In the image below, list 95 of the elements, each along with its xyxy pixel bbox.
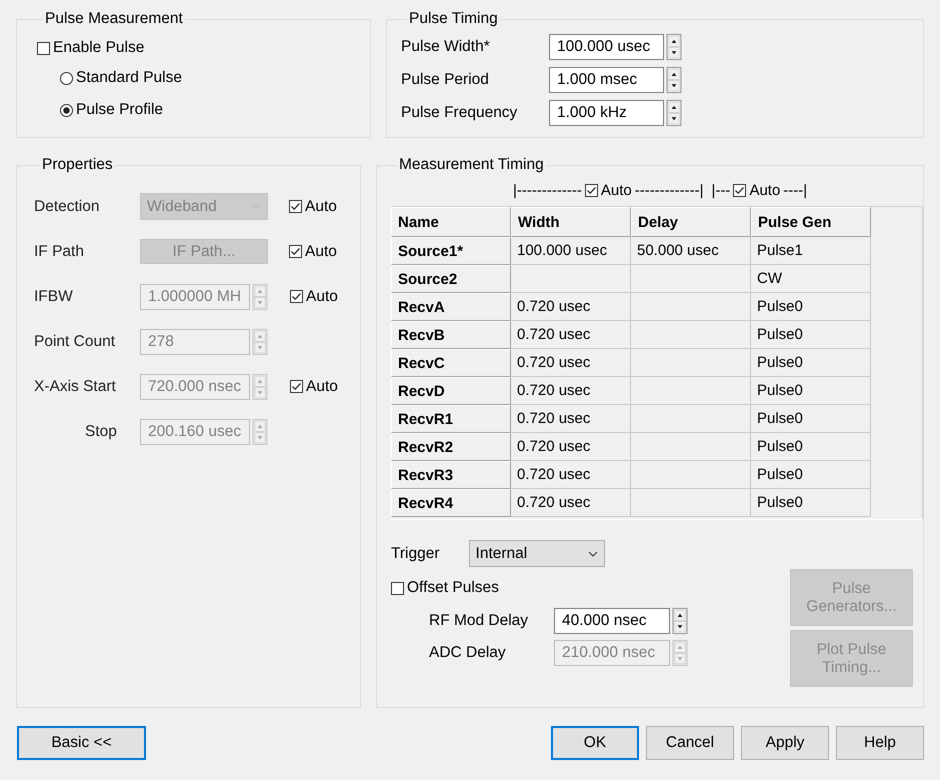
bracket-line: ----|: [783, 182, 808, 198]
checkbox-label: Auto: [305, 242, 337, 260]
table-cell[interactable]: [511, 265, 631, 293]
field-label: IF Path: [34, 242, 85, 260]
table-cell[interactable]: 0.720 usec: [511, 321, 631, 349]
column-header: Name: [391, 207, 511, 237]
bracket-line: |-------------: [513, 182, 582, 198]
field-label: ADC Delay: [429, 644, 507, 662]
table-cell[interactable]: 0.720 usec: [511, 377, 631, 405]
checkbox-label: Auto: [306, 288, 338, 306]
checkbox-label: Auto: [305, 198, 337, 216]
table-cell[interactable]: 0.720 usec: [511, 461, 631, 489]
row-header[interactable]: RecvR3: [391, 461, 511, 489]
table-cell[interactable]: CW: [751, 265, 871, 293]
row-header[interactable]: RecvD: [391, 377, 511, 405]
field-label: Pulse Frequency: [401, 104, 518, 122]
chevron-icon: [588, 550, 598, 556]
group-title: Pulse Timing: [408, 10, 499, 28]
dialog-button[interactable]: Cancel: [646, 726, 734, 760]
radio-button[interactable]: [60, 72, 73, 84]
field-label: IFBW: [34, 288, 74, 306]
checkbox[interactable]: [584, 184, 598, 196]
basic-button[interactable]: Basic <<: [17, 726, 146, 760]
field-label: Stop: [84, 422, 118, 440]
dropdown[interactable]: Internal: [468, 540, 605, 567]
row-header[interactable]: Source1*: [391, 237, 511, 265]
spin-buttons[interactable]: [665, 66, 683, 92]
table-cell[interactable]: Pulse0: [751, 377, 871, 405]
table-cell[interactable]: Pulse0: [751, 433, 871, 461]
field-label: Pulse Period: [401, 70, 490, 88]
checkbox-label: Offset Pulses: [407, 579, 499, 597]
dialog-button[interactable]: OK: [551, 726, 639, 760]
group-title: Properties: [41, 156, 114, 174]
radio-label: Pulse Profile: [76, 101, 164, 119]
field-label: X-Axis Start: [34, 378, 117, 396]
checkbox[interactable]: [391, 582, 404, 594]
radio-label: Standard Pulse: [76, 69, 182, 87]
table-cell[interactable]: Pulse0: [751, 489, 871, 517]
checkbox-label: Auto: [749, 182, 780, 198]
row-header[interactable]: RecvR4: [391, 489, 511, 517]
table-cell[interactable]: [631, 377, 751, 405]
group-title: Measurement Timing: [398, 156, 545, 174]
spin-buttons[interactable]: [665, 100, 683, 126]
table-cell[interactable]: [631, 349, 751, 377]
input-field[interactable]: 100.000 usec: [549, 34, 664, 60]
dialog-button[interactable]: Help: [836, 726, 924, 760]
row-header[interactable]: RecvA: [391, 293, 511, 321]
table-cell[interactable]: Pulse0: [751, 293, 871, 321]
table-cell[interactable]: [631, 405, 751, 433]
table-cell[interactable]: [631, 461, 751, 489]
table-cell[interactable]: [631, 265, 751, 293]
field-label: Pulse Width*: [401, 38, 491, 56]
table-cell[interactable]: Pulse0: [751, 461, 871, 489]
table-cell[interactable]: Pulse0: [751, 349, 871, 377]
column-header: Delay: [631, 207, 751, 237]
table-cell[interactable]: [631, 321, 751, 349]
row-header[interactable]: RecvR1: [391, 405, 511, 433]
checkbox[interactable]: [37, 42, 50, 54]
checkbox[interactable]: [733, 184, 746, 196]
field-label: Trigger: [391, 544, 440, 562]
table-cell[interactable]: 0.720 usec: [511, 405, 631, 433]
radio-button[interactable]: [60, 104, 73, 116]
table-cell[interactable]: 50.000 usec: [631, 237, 751, 265]
table-cell[interactable]: 100.000 usec: [511, 237, 631, 265]
bracket-line: -------------|: [634, 182, 704, 198]
table-cell[interactable]: 0.720 usec: [511, 489, 631, 517]
field-label: Detection: [34, 198, 100, 216]
table-cell[interactable]: 0.720 usec: [511, 293, 631, 321]
checkbox-label: Enable Pulse: [53, 39, 144, 57]
field-label: Point Count: [34, 332, 116, 350]
spin-buttons[interactable]: [671, 608, 689, 634]
row-header[interactable]: RecvC: [391, 349, 511, 377]
table-cell[interactable]: Pulse0: [751, 321, 871, 349]
column-header: Width: [511, 207, 631, 237]
row-header[interactable]: RecvR2: [391, 433, 511, 461]
group-title: Pulse Measurement: [44, 10, 184, 28]
column-header: Pulse Gen: [751, 207, 871, 237]
checkbox-label: Auto: [600, 182, 632, 198]
row-header[interactable]: Source2: [391, 265, 511, 293]
field-label: RF Mod Delay: [429, 612, 530, 630]
table-cell[interactable]: 0.720 usec: [511, 349, 631, 377]
table-cell[interactable]: [631, 433, 751, 461]
table-cell[interactable]: Pulse1: [751, 237, 871, 265]
spin-buttons[interactable]: [665, 34, 683, 60]
input-field[interactable]: 1.000 msec: [549, 66, 664, 92]
input-field[interactable]: 40.000 nsec: [554, 608, 670, 634]
table-cell[interactable]: 0.720 usec: [511, 433, 631, 461]
checkbox-label: Auto: [306, 378, 338, 396]
row-header[interactable]: RecvB: [391, 321, 511, 349]
input-field[interactable]: 1.000 kHz: [549, 100, 664, 126]
table-cell[interactable]: [631, 489, 751, 517]
bracket-line: |---: [712, 182, 730, 198]
table-cell[interactable]: Pulse0: [751, 405, 871, 433]
dialog-button[interactable]: Apply: [741, 726, 829, 760]
table-cell[interactable]: [631, 293, 751, 321]
